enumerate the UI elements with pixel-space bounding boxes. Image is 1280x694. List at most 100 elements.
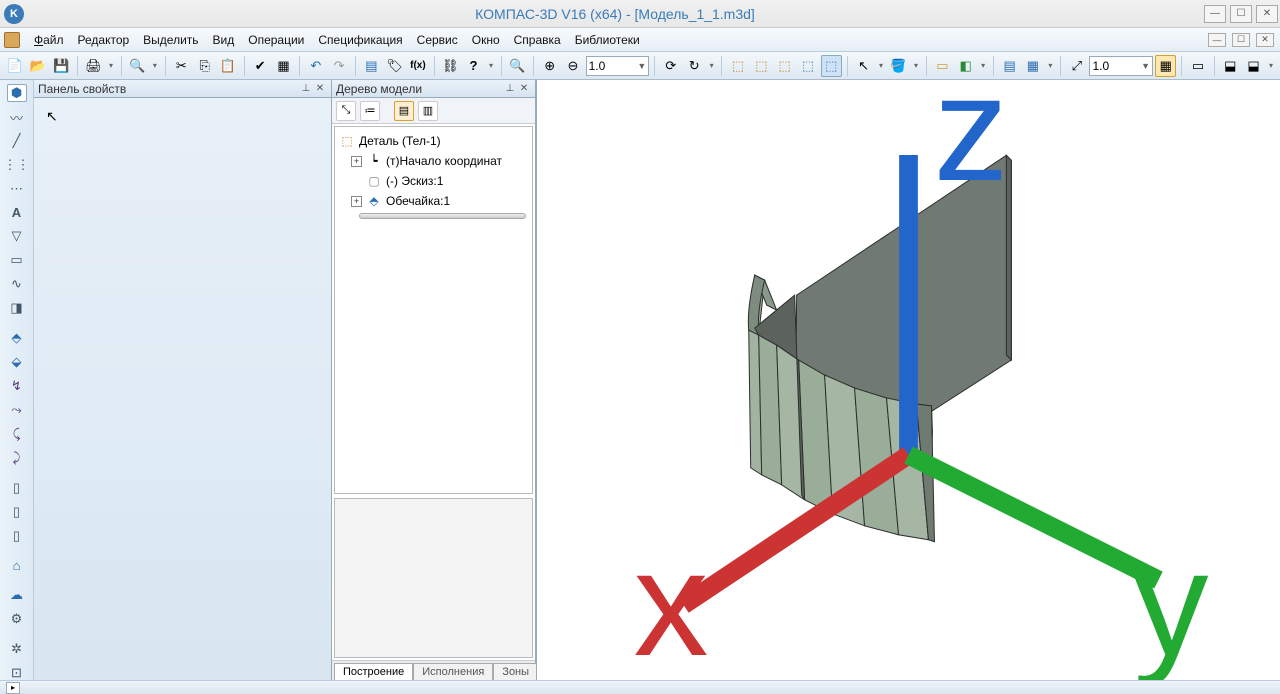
tab-build[interactable]: Построение <box>334 663 413 680</box>
tab-zones[interactable]: Зоны <box>493 663 538 680</box>
menu-libs[interactable]: Библиотеки <box>575 33 640 47</box>
zoom-in-button[interactable]: ⊕ <box>539 55 560 77</box>
rail-misc-icon[interactable]: ⚙ <box>7 610 27 628</box>
tree-tool-2[interactable]: ≔ <box>360 101 380 121</box>
lib-button[interactable]: ▤ <box>361 55 382 77</box>
report-1-button[interactable]: ▤ <box>999 55 1020 77</box>
rail-sweep-icon[interactable]: ↯ <box>7 377 27 395</box>
check-button[interactable]: ✔ <box>250 55 271 77</box>
orbit-dropdown[interactable]: ▾ <box>707 55 717 77</box>
rail-loft-icon[interactable]: ⤳ <box>7 401 27 419</box>
preview-button[interactable]: 🔍 <box>127 55 148 77</box>
report-dropdown[interactable]: ▾ <box>1046 55 1056 77</box>
tree-tool-1[interactable]: ⤡ <box>336 101 356 121</box>
paint-tool[interactable]: 🪣 <box>888 55 909 77</box>
grid-button[interactable]: ▦ <box>1155 55 1176 77</box>
toolbar-overflow-2[interactable]: ▾ <box>1266 55 1276 77</box>
scale-combo[interactable]: 1.0▼ <box>1089 56 1153 76</box>
extra-1-button[interactable]: ⬓ <box>1220 55 1241 77</box>
tree-pin-button[interactable]: ⊥ <box>503 82 517 96</box>
extra-2-button[interactable]: ⬓ <box>1243 55 1264 77</box>
properties-pin-button[interactable]: ⊥ <box>299 82 313 96</box>
link-button[interactable]: ⛓ <box>440 55 461 77</box>
maximize-button[interactable] <box>1230 5 1252 23</box>
menu-service[interactable]: Сервис <box>417 33 458 47</box>
tree-tool-4[interactable]: ▥ <box>418 101 438 121</box>
menu-file[interactable]: Файл <box>34 33 64 47</box>
rail-spline-icon[interactable]: ∿ <box>7 275 27 293</box>
close-button[interactable] <box>1256 5 1278 23</box>
rail-cloud-icon[interactable]: ☁ <box>7 586 27 604</box>
tree-origin[interactable]: + ┕ (т)Начало координат <box>335 151 532 171</box>
tree-sketch[interactable]: ▢ (-) Эскиз:1 <box>335 171 532 191</box>
redo-button[interactable]: ↷ <box>328 55 349 77</box>
paste-button[interactable]: 📋 <box>217 55 238 77</box>
undo-button[interactable]: ↶ <box>305 55 326 77</box>
open-button[interactable]: 📂 <box>27 55 48 77</box>
rail-extrude-icon[interactable]: ⬘ <box>7 329 27 347</box>
menu-editor[interactable]: Редактор <box>78 33 130 47</box>
cut-button[interactable]: ✂ <box>171 55 192 77</box>
help-button[interactable]: ? <box>463 55 484 77</box>
dim-button[interactable]: ⤢ <box>1066 55 1087 77</box>
preview-dropdown[interactable]: ▾ <box>150 55 160 77</box>
paint-dropdown[interactable]: ▾ <box>911 55 921 77</box>
tree-tool-3[interactable]: ▤ <box>394 101 414 121</box>
mdi-minimize-button[interactable] <box>1208 33 1226 47</box>
tree-scrollbar[interactable] <box>359 213 526 219</box>
rail-fillet-icon[interactable]: ⤹ <box>7 425 27 443</box>
menu-help[interactable]: Справка <box>514 33 561 47</box>
rail-surface-icon[interactable]: ◨ <box>7 299 27 317</box>
print-button[interactable]: 🖨 <box>83 55 104 77</box>
rail-doc-3-icon[interactable]: ▯ <box>7 527 27 545</box>
mdi-maximize-button[interactable] <box>1232 33 1250 47</box>
rail-solid-icon[interactable]: ⬢ <box>7 84 27 102</box>
rail-curve-icon[interactable]: 〰 <box>7 108 27 126</box>
rail-doc-2-icon[interactable]: ▯ <box>7 503 27 521</box>
menu-select[interactable]: Выделить <box>143 33 198 47</box>
iso-view-2[interactable]: ⬚ <box>751 55 772 77</box>
rail-point-icon[interactable]: ⋯ <box>7 180 27 198</box>
report-2-button[interactable]: ▦ <box>1022 55 1043 77</box>
3d-viewport[interactable]: z x y <box>536 80 1280 680</box>
menu-operations[interactable]: Операции <box>248 33 304 47</box>
rail-revolve-icon[interactable]: ⬙ <box>7 353 27 371</box>
menu-spec[interactable]: Спецификация <box>318 33 402 47</box>
pointer-tool[interactable]: ↖ <box>853 55 874 77</box>
tab-exec[interactable]: Исполнения <box>413 663 493 680</box>
layers-dropdown[interactable]: ▾ <box>978 55 988 77</box>
iso-view-3[interactable]: ⬚ <box>774 55 795 77</box>
var-button[interactable]: 🏷 <box>384 55 405 77</box>
zoom-out-button[interactable]: ⊖ <box>562 55 583 77</box>
minimize-button[interactable] <box>1204 5 1226 23</box>
rail-gear-icon[interactable]: ✲ <box>7 640 27 658</box>
rail-line-icon[interactable]: ╱ <box>7 132 27 150</box>
rail-grid-icon[interactable]: ⋮⋮ <box>7 156 27 174</box>
zoom-fit-button[interactable]: 🔍 <box>507 55 528 77</box>
iso-view-1[interactable]: ⬚ <box>727 55 748 77</box>
rail-filter-icon[interactable]: ▽ <box>7 227 27 245</box>
iso-view-4[interactable]: ⬚ <box>797 55 818 77</box>
iso-view-5[interactable]: ⬚ <box>821 55 842 77</box>
rail-sheet-icon[interactable]: ▭ <box>7 251 27 269</box>
menu-view[interactable]: Вид <box>213 33 235 47</box>
expand-origin-icon[interactable]: + <box>351 156 362 167</box>
menu-window[interactable]: Окно <box>472 33 500 47</box>
tree-shell[interactable]: + ⬘ Обечайка:1 <box>335 191 532 211</box>
document-icon[interactable] <box>4 32 20 48</box>
properties-button[interactable]: ▦ <box>273 55 294 77</box>
rail-chamfer-icon[interactable]: ⤸ <box>7 449 27 467</box>
copy-button[interactable]: ⎘ <box>194 55 215 77</box>
tree-root[interactable]: ⬚ Деталь (Тел-1) <box>335 131 532 151</box>
print-dropdown[interactable]: ▾ <box>106 55 116 77</box>
properties-close-button[interactable]: ✕ <box>313 82 327 96</box>
rail-doc-1-icon[interactable]: ▯ <box>7 479 27 497</box>
fx-button[interactable]: f(x) <box>407 55 428 77</box>
expand-shell-icon[interactable]: + <box>351 196 362 207</box>
annot-button[interactable]: ▭ <box>1187 55 1208 77</box>
layer-button[interactable]: ▭ <box>932 55 953 77</box>
zoom-combo[interactable]: 1.0▼ <box>586 56 650 76</box>
layers-button[interactable]: ◧ <box>955 55 976 77</box>
rail-home-icon[interactable]: ⌂ <box>7 557 27 574</box>
tree-close-button[interactable]: ✕ <box>517 82 531 96</box>
